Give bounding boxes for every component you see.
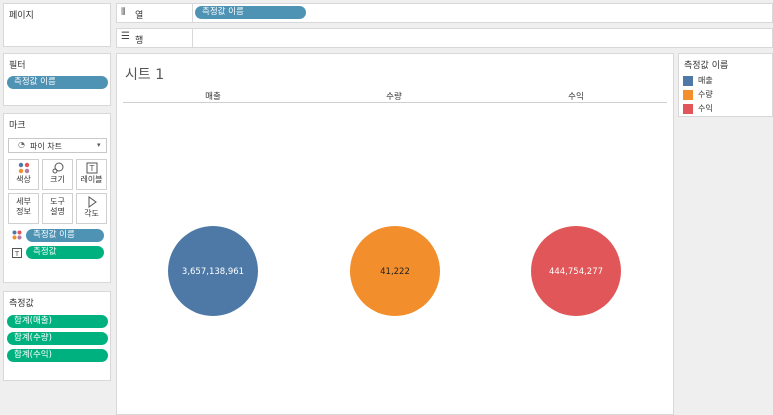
chevron-down-icon: ▾ [97,141,101,149]
column-header-profit: 수익 [568,92,584,102]
marks-detail-label: 세부 정보 [16,197,31,216]
svg-text:T: T [88,164,94,173]
columns-pill-measure-names[interactable]: 측정값 이름 [195,6,306,19]
rows-shelf-label: 행 [135,36,144,46]
marks-angle-label: 각도 [84,209,99,218]
filters-card[interactable]: 필터 측정값 이름 [3,53,111,106]
mark-type-dropdown[interactable]: ◔ 파이 차트 ▾ [8,138,107,153]
measure-pill-profit[interactable]: 합계(수익) [7,349,108,362]
column-header-quantity: 수량 [386,92,402,102]
marks-label-button[interactable]: T 레이블 [76,159,107,190]
color-icon [12,230,22,243]
marks-label-field-pill[interactable]: 측정값 [26,246,104,259]
label-icon: T [12,248,22,261]
legend-card[interactable]: 측정값 이름 매출 수량 수익 [678,53,773,117]
rows-icon: ☰ [121,31,130,42]
size-icon [43,162,72,175]
marks-size-button[interactable]: 크기 [42,159,73,190]
pie-value-label-quantity: 41,222 [380,267,410,277]
measure-pill-sales[interactable]: 합계(매출) [7,315,108,328]
pie-chart: 3,657,138,961 41,222 444,754,277 [168,226,621,316]
pages-card-title: 페이지 [9,11,34,21]
label-icon: T [77,162,106,175]
svg-text:T: T [14,250,20,258]
marks-color-button[interactable]: 색상 [8,159,39,190]
marks-angle-button[interactable]: 각도 [76,193,107,224]
marks-detail-button[interactable]: 세부 정보 [8,193,39,224]
marks-tooltip-label: 도구 설명 [50,197,65,216]
legend-swatch [683,76,693,86]
pages-card[interactable]: 페이지 [3,3,111,47]
filter-pill-measure-names[interactable]: 측정값 이름 [7,76,108,89]
column-header-sales: 매출 [205,92,221,102]
marks-card[interactable]: 마크 ◔ 파이 차트 ▾ 색상 크기 T 레이블 세부 정보 도구 설명 각도 [3,113,111,283]
marks-color-label: 색상 [16,175,31,184]
legend-label: 매출 [698,76,713,85]
sheet-title: 시트 1 [125,67,165,83]
marks-label-label: 레이블 [80,175,103,184]
columns-shelf-label: 열 [135,11,144,21]
marks-color-field-pill[interactable]: 측정값 이름 [26,229,104,242]
mark-type-label: 파이 차트 [30,142,62,151]
pie-value-label-profit: 444,754,277 [549,267,603,277]
marks-tooltip-button[interactable]: 도구 설명 [42,193,73,224]
legend-label: 수익 [698,104,713,113]
rows-shelf[interactable]: ☰ 행 [116,28,773,48]
columns-shelf[interactable]: ⦀ 열 측정값 이름 [116,3,773,23]
color-icon [9,162,38,175]
legend-label: 수량 [698,90,713,99]
measure-values-card-title: 측정값 [9,299,34,309]
marks-size-label: 크기 [50,175,65,184]
measure-values-card[interactable]: 측정값 합계(매출) 합계(수량) 합계(수익) [3,291,111,381]
legend-title: 측정값 이름 [684,61,729,71]
pie-icon: ◔ [18,140,25,149]
filters-card-title: 필터 [9,61,26,71]
angle-icon [77,196,106,209]
marks-card-title: 마크 [9,121,26,131]
header-divider [123,102,667,103]
legend-swatch [683,104,693,114]
legend-swatch [683,90,693,100]
pie-value-label-sales: 3,657,138,961 [182,267,244,277]
measure-pill-quantity[interactable]: 합계(수량) [7,332,108,345]
columns-icon: ⦀ [121,7,126,18]
